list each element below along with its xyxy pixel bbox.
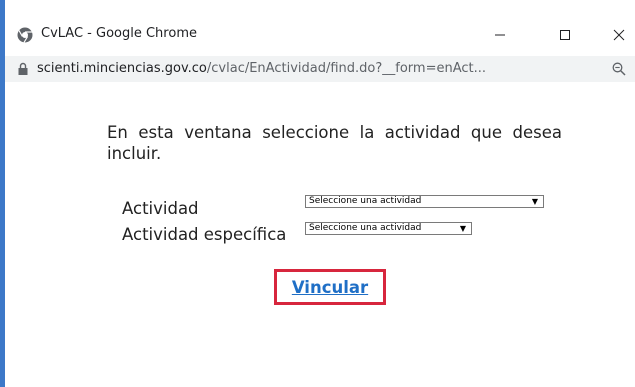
url-host: scienti.minciencias.gov.co [37, 61, 207, 76]
vincular-highlight: Vincular [274, 269, 386, 305]
close-button[interactable] [599, 20, 635, 50]
lock-icon [18, 62, 28, 75]
maximize-icon [560, 30, 570, 40]
actividad-select[interactable]: Seleccione una actividad ▼ [305, 195, 544, 208]
close-icon [613, 29, 625, 41]
actividad-especifica-label: Actividad específica [122, 225, 287, 244]
maximize-button[interactable] [545, 20, 585, 50]
page-content: En esta ventana seleccione la actividad … [5, 82, 635, 387]
chrome-icon [17, 27, 33, 43]
browser-popup-window: CvLAC - Google Chrome scienti.minciencia… [0, 0, 635, 387]
vincular-link[interactable]: Vincular [292, 278, 368, 297]
zoom-icon[interactable] [612, 62, 626, 76]
url-text[interactable]: scienti.minciencias.gov.co/cvlac/EnActiv… [37, 61, 597, 76]
actividad-label: Actividad [122, 199, 199, 218]
actividad-especifica-select-value: Seleccione una actividad [309, 223, 422, 233]
url-path: /cvlac/EnActividad/find.do?__form=enAct.… [206, 61, 487, 76]
window-title: CvLAC - Google Chrome [41, 26, 197, 41]
minimize-button[interactable] [480, 20, 520, 50]
dropdown-arrow-icon: ▼ [531, 197, 538, 206]
minimize-icon [495, 34, 505, 36]
title-bar: CvLAC - Google Chrome [5, 16, 635, 54]
actividad-especifica-select[interactable]: Seleccione una actividad ▼ [305, 222, 472, 235]
dropdown-arrow-icon: ▼ [459, 224, 466, 233]
address-bar[interactable]: scienti.minciencias.gov.co/cvlac/EnActiv… [5, 56, 635, 82]
actividad-select-value: Seleccione una actividad [309, 196, 422, 206]
instruction-text: En esta ventana seleccione la actividad … [107, 123, 562, 163]
